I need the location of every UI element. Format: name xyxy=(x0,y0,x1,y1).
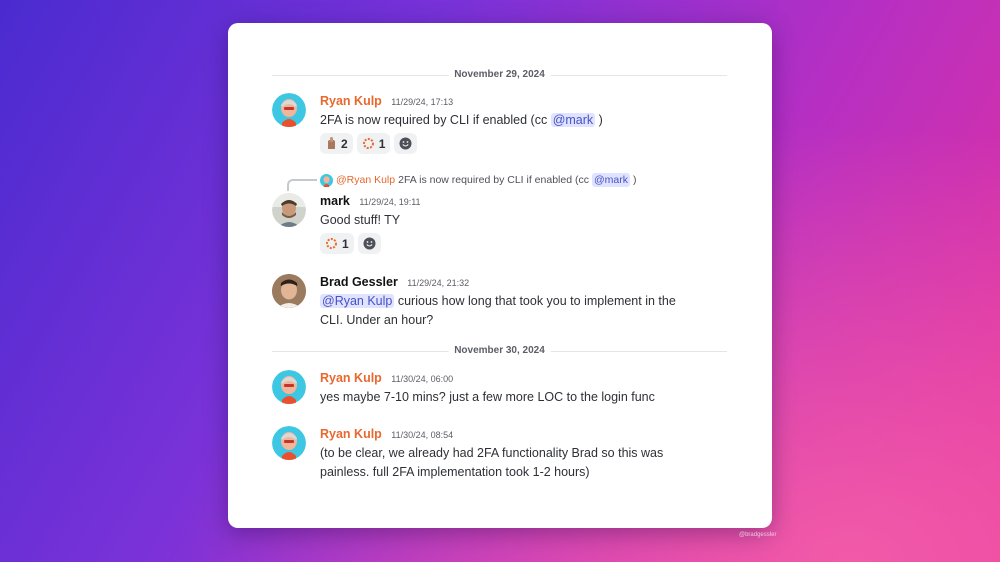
avatar[interactable] xyxy=(272,274,306,308)
sparkle-emoji-icon xyxy=(362,138,374,149)
reaction-sparkle[interactable]: 1 xyxy=(356,133,391,154)
timestamp: 11/29/24, 19:11 xyxy=(359,197,421,207)
date-divider: November 30, 2024 xyxy=(272,344,727,358)
timestamp: 11/30/24, 08:54 xyxy=(391,430,454,440)
message-header: mark 11/29/24, 19:11 xyxy=(320,193,725,209)
reaction-sparkle[interactable]: 1 xyxy=(320,233,354,254)
sparkle-emoji-icon xyxy=(326,238,337,249)
reaction-count: 1 xyxy=(342,236,349,251)
author-name[interactable]: Ryan Kulp xyxy=(320,371,382,385)
avatar-mark-icon xyxy=(272,193,306,227)
message[interactable]: @Ryan Kulp 2FA is now required by CLI if… xyxy=(272,173,732,254)
message-body: Ryan Kulp 11/30/24, 08:54 (to be clear, … xyxy=(320,426,725,482)
reply-author: @Ryan Kulp xyxy=(336,174,396,186)
reply-avatar-icon xyxy=(320,173,333,187)
message-text-part: 2FA is now required by CLI if enabled (c… xyxy=(320,113,551,127)
chat-card: November 29, 2024 Ryan Kulp 11/29/24, 17… xyxy=(228,23,772,528)
reply-connector xyxy=(287,179,317,191)
avatar[interactable] xyxy=(272,426,306,460)
avatar[interactable] xyxy=(272,370,306,404)
message-header: Brad Gessler 11/29/24, 21:32 xyxy=(320,274,725,290)
message[interactable]: Ryan Kulp 11/30/24, 08:54 (to be clear, … xyxy=(272,426,732,482)
avatar-ryan-icon xyxy=(272,370,306,404)
message-header: Ryan Kulp 11/29/24, 17:13 xyxy=(320,93,725,109)
message-text-part: ) xyxy=(595,113,603,127)
message-body: mark 11/29/24, 19:11 Good stuff! TY 1 xyxy=(320,193,725,254)
finger-emoji-icon xyxy=(328,137,335,149)
reply-preview[interactable]: @Ryan Kulp 2FA is now required by CLI if… xyxy=(320,173,636,187)
avatar-brad-icon xyxy=(272,274,306,308)
author-name[interactable]: Ryan Kulp xyxy=(320,427,382,441)
mention[interactable]: @mark xyxy=(550,113,596,127)
avatar[interactable] xyxy=(272,193,306,227)
reaction-count: 2 xyxy=(341,136,348,151)
message-text: yes maybe 7-10 mins? just a few more LOC… xyxy=(320,390,655,404)
reaction-finger[interactable]: 2 xyxy=(320,133,353,154)
message-text: (to be clear, we already had 2FA functio… xyxy=(320,444,725,482)
avatar-ryan-icon xyxy=(272,426,306,460)
watermark: @bradgessler xyxy=(739,532,777,538)
message-text: Good stuff! TY xyxy=(320,213,401,227)
message[interactable]: Brad Gessler 11/29/24, 21:32 @Ryan Kulp … xyxy=(272,274,732,330)
date-divider-label: November 29, 2024 xyxy=(448,68,551,82)
add-reaction-icon xyxy=(363,237,376,250)
message-text-part: painless. full 2FA implementation took 1… xyxy=(320,465,590,479)
mention[interactable]: @Ryan Kulp xyxy=(320,294,395,308)
add-reaction-button[interactable] xyxy=(357,233,381,254)
author-name[interactable]: Ryan Kulp xyxy=(320,94,382,108)
timestamp: 11/30/24, 06:00 xyxy=(391,374,454,384)
reply-text-end: ) xyxy=(632,174,637,186)
mention[interactable]: @mark xyxy=(591,173,630,187)
message-body: Ryan Kulp 11/30/24, 06:00 yes maybe 7-10… xyxy=(320,370,725,407)
message-text-part: (to be clear, we already had 2FA functio… xyxy=(320,446,664,460)
message-text: @Ryan Kulp curious how long that took yo… xyxy=(320,292,725,330)
timestamp: 11/29/24, 17:13 xyxy=(391,97,454,107)
message-text: 2FA is now required by CLI if enabled (c… xyxy=(320,111,725,130)
message-body: Ryan Kulp 11/29/24, 17:13 2FA is now req… xyxy=(320,93,725,154)
message-header: Ryan Kulp 11/30/24, 08:54 xyxy=(320,426,725,442)
message[interactable]: Ryan Kulp 11/30/24, 06:00 yes maybe 7-10… xyxy=(272,370,732,410)
message-text-part: curious how long that took you to implem… xyxy=(394,294,676,308)
add-reaction-icon xyxy=(399,137,412,150)
message[interactable]: Ryan Kulp 11/29/24, 17:13 2FA is now req… xyxy=(272,93,732,154)
message-body: Brad Gessler 11/29/24, 21:32 @Ryan Kulp … xyxy=(320,274,725,330)
author-name[interactable]: Brad Gessler xyxy=(320,275,398,289)
reactions-bar: 2 1 xyxy=(320,133,725,154)
reply-text: 2FA is now required by CLI if enabled (c… xyxy=(398,174,589,186)
date-divider-label: November 30, 2024 xyxy=(448,344,551,358)
author-name[interactable]: mark xyxy=(320,194,350,208)
reactions-bar: 1 xyxy=(320,233,725,254)
avatar-ryan-icon xyxy=(272,93,306,127)
avatar[interactable] xyxy=(272,93,306,127)
add-reaction-button[interactable] xyxy=(394,133,418,154)
reaction-count: 1 xyxy=(378,136,386,151)
date-divider: November 29, 2024 xyxy=(272,68,727,82)
message-header: Ryan Kulp 11/30/24, 06:00 xyxy=(320,370,725,386)
timestamp: 11/29/24, 21:32 xyxy=(407,278,470,288)
message-text-part: CLI. Under an hour? xyxy=(320,313,434,327)
